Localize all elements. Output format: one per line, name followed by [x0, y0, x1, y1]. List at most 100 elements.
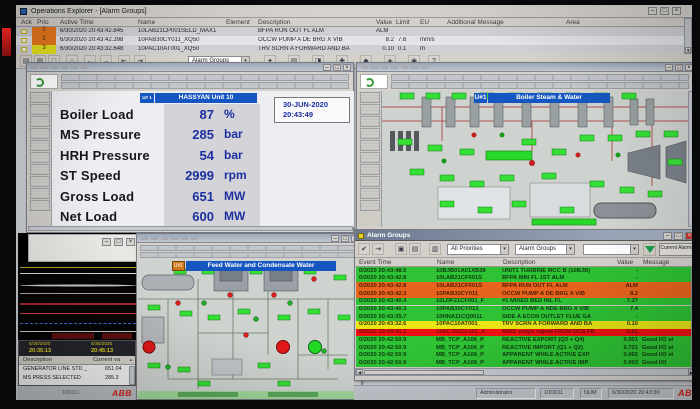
- sidebar-button[interactable]: [30, 140, 50, 151]
- sidebar-button[interactable]: [360, 176, 380, 187]
- alarm-event-row[interactable]: 0/2020 20:42:50.9MB_TCP_A106_PREACTIVE E…: [356, 336, 691, 344]
- maximize-icon[interactable]: □: [333, 64, 341, 71]
- col-event-time[interactable]: Event Time: [359, 259, 392, 266]
- boiler-toolbar-chips[interactable]: [391, 74, 689, 81]
- sort-icon[interactable]: ▲: [129, 357, 133, 362]
- scroll-left-icon[interactable]: ◀: [356, 369, 363, 375]
- feedwater-toolbar-chips[interactable]: [140, 252, 360, 258]
- chevron-down-icon[interactable]: ▾: [630, 245, 638, 254]
- maximize-icon[interactable]: □: [674, 232, 683, 240]
- maximize-icon[interactable]: □: [660, 7, 669, 15]
- maximize-icon[interactable]: □: [675, 64, 683, 71]
- history-col-current[interactable]: Current va: [93, 357, 120, 363]
- print-icon[interactable]: ▥: [429, 243, 441, 255]
- minimize-icon[interactable]: –: [663, 232, 672, 240]
- alarm-event-row[interactable]: 0/2020 20:42:50.9MB_TCP_A106_PREACTIVE I…: [356, 344, 691, 352]
- sidebar-button[interactable]: [360, 152, 380, 163]
- sidebar-button[interactable]: [30, 200, 50, 211]
- boiler-toolbar-chips[interactable]: [391, 82, 689, 89]
- save-icon[interactable]: ▣: [395, 243, 407, 255]
- close-icon[interactable]: ×: [343, 64, 351, 71]
- sidebar-button[interactable]: [30, 164, 50, 175]
- alarm-event-row[interactable]: 0/2020 20:42:50.9MB_TCP_A106_PAPPARENT W…: [356, 359, 691, 367]
- current-alarms-button[interactable]: Current Alarms: [659, 243, 692, 256]
- chevron-down-icon[interactable]: ▾: [566, 245, 574, 254]
- col-description[interactable]: Description: [503, 259, 536, 266]
- alarm-list-scrollbar[interactable]: ▼: [684, 18, 692, 54]
- trend-window[interactable]: – □ ×: [18, 233, 140, 340]
- col-value[interactable]: Value: [617, 259, 633, 266]
- ack-checkbox[interactable]: [21, 38, 27, 44]
- alarm-event-row[interactable]: 0/2020 20:43:32.610PAC10AT001_TRV SCRN A…: [356, 321, 691, 329]
- alarm-groups-window[interactable]: Alarm Groups – □ × ✔ ⇥ ▣ ▤ ▥ All Priorit…: [354, 229, 692, 381]
- close-icon[interactable]: ×: [672, 7, 681, 15]
- alarm-row[interactable]: 2 6/30/2020 20:43:42.845 10LAB21CP001SEL…: [16, 27, 692, 36]
- sidebar-button[interactable]: [30, 176, 50, 187]
- sidebar-button[interactable]: [360, 188, 380, 199]
- minimize-icon[interactable]: –: [648, 7, 657, 15]
- alarm-event-row[interactable]: 0/2020 20:43:42.810LAB21CF001SBFPA RUN O…: [356, 282, 691, 290]
- scroll-down-icon[interactable]: ▼: [685, 47, 691, 53]
- alarm-event-row[interactable]: 0/2020 20:43:35.710HNA11CQ001LSIDE A ECO…: [356, 313, 691, 321]
- filter-combo[interactable]: ▾: [583, 244, 639, 255]
- unit-hscrollbar[interactable]: [28, 226, 353, 231]
- maximize-icon[interactable]: □: [341, 235, 349, 242]
- feedwater-window[interactable]: – □ ×: [136, 233, 362, 400]
- minimize-icon[interactable]: –: [665, 64, 673, 71]
- sidebar-button[interactable]: [30, 92, 50, 103]
- filter-icon[interactable]: [643, 243, 656, 256]
- boiler-vscrollbar[interactable]: [688, 91, 692, 227]
- ack-icon[interactable]: ✔: [358, 243, 370, 255]
- sidebar-button[interactable]: [360, 128, 380, 139]
- sidebar-button[interactable]: [360, 140, 380, 151]
- col-name[interactable]: Name: [437, 259, 454, 266]
- unit-toolbar-chips[interactable]: [61, 82, 349, 89]
- groups-combo[interactable]: Alarm Groups ▾: [515, 244, 575, 255]
- alarm-event-row[interactable]: 0/2020 20:42:50.9MB_TCP_A106_PAPPARENT W…: [356, 352, 691, 360]
- history-col-description[interactable]: Description: [23, 357, 52, 363]
- chevron-down-icon[interactable]: ▾: [500, 245, 508, 254]
- sidebar-button[interactable]: [30, 152, 50, 163]
- alarm-event-row[interactable]: 0/2020 20:43:42.810LAB21CF001SBFPA MIN F…: [356, 275, 691, 283]
- sidebar-button[interactable]: [360, 92, 380, 103]
- boiler-window[interactable]: – □ ×: [356, 62, 692, 233]
- sidebar-button[interactable]: [360, 200, 380, 211]
- alarm-row[interactable]: 2 6/30/2020 20:43:42.398 10PAB30CY011_XQ…: [16, 36, 692, 45]
- unit-toolbar-chips[interactable]: [61, 74, 349, 81]
- unit-overview-window[interactable]: – □ × U# 1 HASSYAN Unit 10 30-JUN-2020 2…: [26, 62, 354, 233]
- alarm-event-row[interactable]: 0/2020 20:43:40.310PAB30CY013_OCCW PUMP …: [356, 306, 691, 314]
- minimize-icon[interactable]: –: [102, 238, 111, 246]
- alarm-window-titlebar[interactable]: Alarm Groups – □ ×: [355, 230, 692, 241]
- scroll-right-icon[interactable]: ▶: [688, 369, 692, 375]
- sidebar-button[interactable]: [360, 116, 380, 127]
- boiler-window-titlebar[interactable]: – □ ×: [357, 63, 692, 72]
- sidebar-button[interactable]: [30, 116, 50, 127]
- ack-checkbox[interactable]: [21, 29, 27, 35]
- sidebar-button[interactable]: [360, 104, 380, 115]
- alarm-event-row[interactable]: 0/2020 20:43:41.110ACJ50CL001_XMWS singl…: [356, 329, 691, 337]
- col-message[interactable]: Message: [643, 259, 669, 266]
- ack-page-icon[interactable]: ⇥: [372, 243, 384, 255]
- history-scrollbar[interactable]: [129, 366, 135, 385]
- close-icon[interactable]: ×: [126, 238, 135, 246]
- close-icon[interactable]: ×: [685, 232, 692, 240]
- feedwater-titlebar[interactable]: – □ ×: [137, 234, 361, 243]
- ack-checkbox[interactable]: [21, 47, 27, 53]
- alarm-row[interactable]: 3 6/30/2020 20:43:32.648 10PAC10AT001_XQ…: [16, 45, 692, 54]
- alarm-vscrollbar[interactable]: ▼: [691, 267, 692, 368]
- export-icon[interactable]: ▤: [409, 243, 421, 255]
- maximize-icon[interactable]: □: [114, 238, 123, 246]
- sidebar-button[interactable]: [360, 164, 380, 175]
- sidebar-button[interactable]: [30, 188, 50, 199]
- alarm-event-row[interactable]: 0/2020 20:43:40.410LDF21CF001_F#1 MIXED …: [356, 298, 691, 306]
- minimize-icon[interactable]: –: [323, 64, 331, 71]
- alarm-hscrollbar[interactable]: ◀ ▶: [355, 368, 692, 376]
- alarm-event-row[interactable]: 0/2020 20:43:48.510BJB01A01XB38UNIT1 TUR…: [356, 267, 691, 275]
- trend-titlebar[interactable]: – □ ×: [28, 234, 140, 262]
- priorities-combo[interactable]: All Priorities ▾: [447, 244, 509, 255]
- history-row[interactable]: MS PRESS SELECTED 285.3: [19, 375, 135, 384]
- unit-window-titlebar[interactable]: – □ ×: [27, 63, 353, 72]
- sidebar-button[interactable]: [30, 128, 50, 139]
- feedwater-toolbar-chips[interactable]: [140, 245, 360, 251]
- close-icon[interactable]: ×: [685, 64, 692, 71]
